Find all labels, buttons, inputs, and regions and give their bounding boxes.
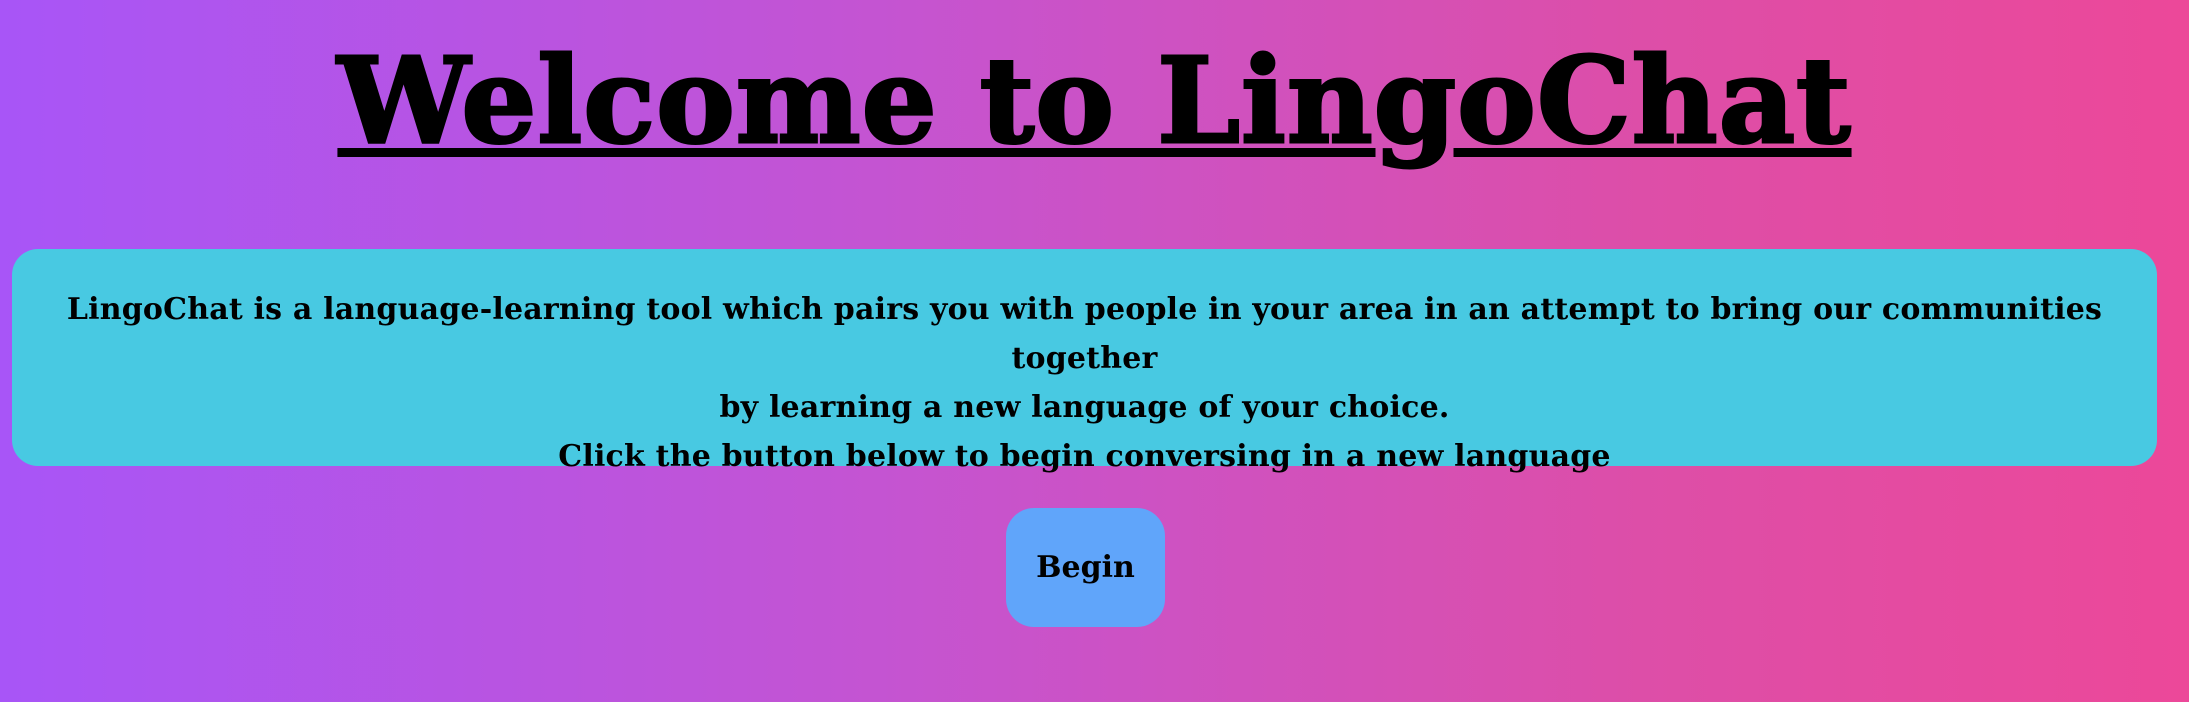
intro-instruction: Click the button below to begin conversi… <box>558 439 1611 474</box>
intro-panel: LingoChat is a language-learning tool wh… <box>12 249 2157 474</box>
intro-description-line-2: by learning a new language of your choic… <box>719 390 1450 425</box>
begin-button[interactable]: Begin <box>1006 508 1165 627</box>
page-title: Welcome to LingoChat <box>336 31 1852 170</box>
intro-description-line-1: LingoChat is a language-learning tool wh… <box>66 292 2103 376</box>
